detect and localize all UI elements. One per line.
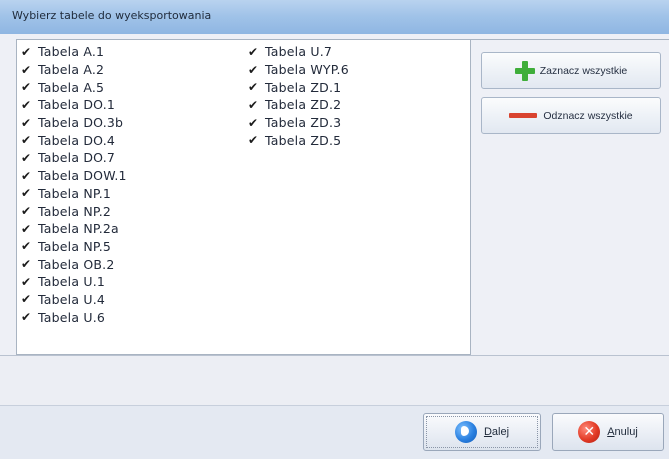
plus-icon	[514, 60, 535, 81]
select-all-label: Zaznacz wszystkie	[539, 64, 628, 77]
checklist-item-label: Tabela U.4	[38, 291, 106, 307]
checklist-item-label: Tabela NP.1	[38, 185, 112, 201]
checklist-item-label: Tabela A.1	[38, 44, 105, 60]
window-title: Wybierz tabele do wyeksportowania	[12, 9, 212, 22]
checklist-item[interactable]: ✔ Tabela NP.5	[20, 238, 127, 256]
checklist-item-label: Tabela U.1	[38, 274, 106, 290]
checklist-column-2: ✔ Tabela U.7 ✔ Tabela WYP.6 ✔ Tabela ZD.1 ✔ Tab…	[247, 43, 349, 149]
checkbox[interactable]: ✔	[20, 276, 32, 288]
checkbox[interactable]: ✔	[247, 81, 259, 93]
next-label: Dalej	[483, 426, 510, 438]
checkbox[interactable]: ✔	[20, 117, 32, 129]
checklist-item-label: Tabela ZD.3	[265, 115, 342, 131]
checkbox[interactable]: ✔	[20, 46, 32, 58]
checkbox[interactable]: ✔	[20, 311, 32, 323]
checklist-item-label: Tabela DO.1	[38, 97, 116, 113]
action-panel: Zaznacz wszystkie Odznacz wszystkie	[471, 39, 669, 355]
checklist-item-label: Tabela DO.7	[38, 150, 116, 166]
arrow-right-icon	[454, 421, 477, 443]
checkbox[interactable]: ✔	[20, 152, 32, 164]
checklist-item[interactable]: ✔ Tabela DO.7	[20, 149, 127, 167]
checklist-item[interactable]: ✔ Tabela ZD.1	[247, 78, 349, 96]
next-button[interactable]: Dalej	[423, 413, 541, 451]
checkbox[interactable]: ✔	[20, 170, 32, 182]
checklist-item[interactable]: ✔ Tabela U.7	[247, 43, 349, 61]
checklist-item-label: Tabela U.7	[265, 44, 333, 60]
checkbox[interactable]: ✔	[247, 46, 259, 58]
checklist-column-1: ✔ Tabela A.1 ✔ Tabela A.2 ✔ Tabela A.5 ✔ Tabela…	[20, 43, 127, 326]
checklist-item-label: Tabela NP.2	[38, 203, 112, 219]
export-dialog: Wybierz tabele do wyeksportowania ✔ Tabel…	[0, 0, 669, 459]
checklist-item[interactable]: ✔ Tabela A.5	[20, 78, 127, 96]
checkbox[interactable]: ✔	[247, 64, 259, 76]
deselect-all-button[interactable]: Odznacz wszystkie	[481, 97, 661, 134]
checklist-item[interactable]: ✔ Tabela DO.4	[20, 131, 127, 149]
checklist-item[interactable]: ✔ Tabela U.6	[20, 308, 127, 326]
checklist-item[interactable]: ✔ Tabela U.4	[20, 291, 127, 309]
checklist-item[interactable]: ✔ Tabela DO.1	[20, 96, 127, 114]
checkbox[interactable]: ✔	[20, 223, 32, 235]
checklist-item-label: Tabela WYP.6	[265, 62, 349, 78]
checklist-item-label: Tabela U.6	[38, 309, 106, 325]
status-area	[0, 355, 669, 405]
checklist-item[interactable]: ✔ Tabela WYP.6	[247, 61, 349, 79]
select-all-button[interactable]: Zaznacz wszystkie	[481, 52, 661, 89]
checklist-item-label: Tabela DO.3b	[38, 115, 124, 131]
checklist-item-label: Tabela DOW.1	[38, 168, 127, 184]
checklist-item-label: Tabela A.2	[38, 62, 105, 78]
checklist-item-label: Tabela DO.4	[38, 132, 116, 148]
checkbox[interactable]: ✔	[20, 258, 32, 270]
checklist-item-label: Tabela ZD.5	[265, 132, 342, 148]
checkbox[interactable]: ✔	[247, 99, 259, 111]
checklist-item-label: Tabela A.5	[38, 79, 105, 95]
checklist-item-label: Tabela ZD.2	[265, 97, 342, 113]
checkbox[interactable]: ✔	[247, 134, 259, 146]
checkbox[interactable]: ✔	[20, 64, 32, 76]
cancel-button[interactable]: ✕ Anuluj	[552, 413, 664, 451]
checklist-item[interactable]: ✔ Tabela DO.3b	[20, 114, 127, 132]
checklist-item[interactable]: ✔ Tabela A.2	[20, 61, 127, 79]
title-bar[interactable]: Wybierz tabele do wyeksportowania	[0, 0, 669, 34]
checklist-item[interactable]: ✔ Tabela DOW.1	[20, 167, 127, 185]
checklist-item[interactable]: ✔ Tabela A.1	[20, 43, 127, 61]
checkbox[interactable]: ✔	[20, 293, 32, 305]
checklist-item[interactable]: ✔ Tabela ZD.3	[247, 114, 349, 132]
cancel-label: Anuluj	[607, 426, 638, 438]
checklist-item-label: Tabela NP.2a	[38, 221, 119, 237]
checkbox[interactable]: ✔	[20, 187, 32, 199]
checkbox[interactable]: ✔	[20, 134, 32, 146]
checklist-item[interactable]: ✔ Tabela OB.2	[20, 255, 127, 273]
checklist-item[interactable]: ✔ Tabela ZD.5	[247, 131, 349, 149]
checklist-item[interactable]: ✔ Tabela NP.2a	[20, 220, 127, 238]
checkbox[interactable]: ✔	[20, 99, 32, 111]
checklist-item[interactable]: ✔ Tabela NP.1	[20, 185, 127, 203]
checklist-item[interactable]: ✔ Tabela U.1	[20, 273, 127, 291]
checkbox[interactable]: ✔	[247, 117, 259, 129]
checkbox[interactable]: ✔	[20, 205, 32, 217]
table-checklist[interactable]: ✔ Tabela A.1 ✔ Tabela A.2 ✔ Tabela A.5 ✔ Tabela…	[16, 39, 471, 355]
checkbox[interactable]: ✔	[20, 240, 32, 252]
checklist-item-label: Tabela OB.2	[38, 256, 115, 272]
minus-icon	[509, 113, 538, 118]
checkbox[interactable]: ✔	[20, 81, 32, 93]
checklist-item-label: Tabela NP.5	[38, 238, 112, 254]
deselect-all-label: Odznacz wszystkie	[543, 109, 633, 122]
checklist-item-label: Tabela ZD.1	[265, 79, 342, 95]
checklist-item[interactable]: ✔ Tabela ZD.2	[247, 96, 349, 114]
checklist-item[interactable]: ✔ Tabela NP.2	[20, 202, 127, 220]
cancel-icon: ✕	[578, 421, 601, 443]
